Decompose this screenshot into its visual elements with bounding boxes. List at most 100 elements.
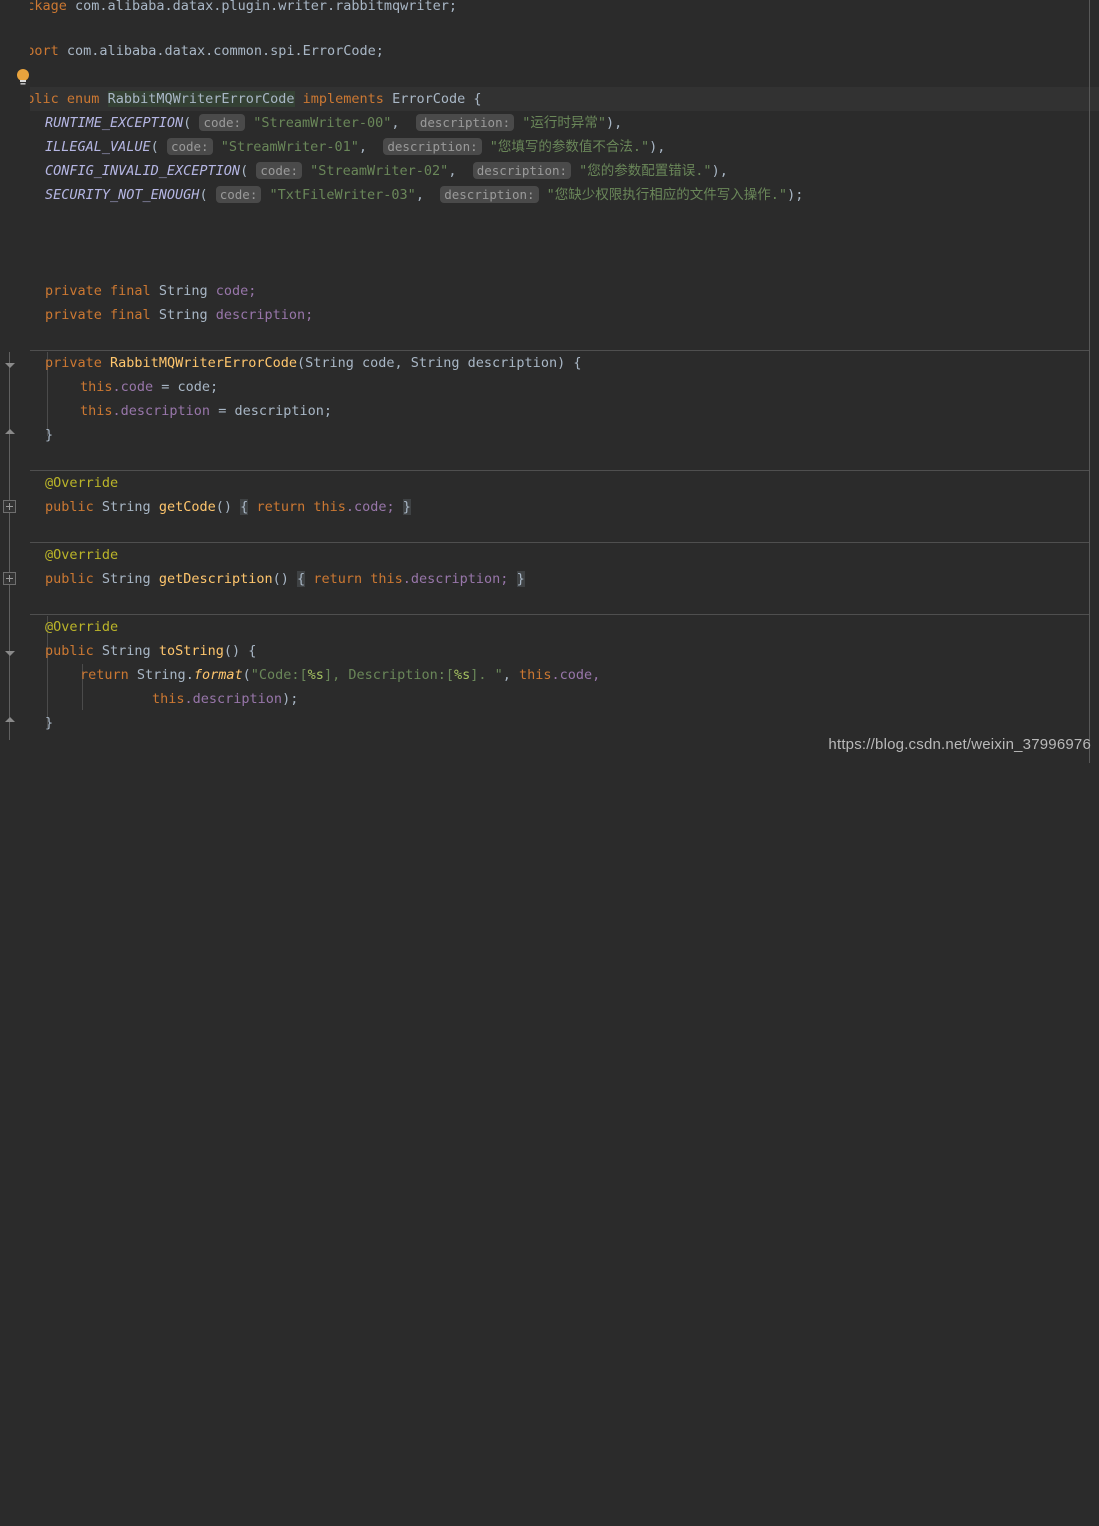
code-line-enum-constant[interactable]: ILLEGAL_VALUE( code: "StreamWriter-01", … xyxy=(0,135,1099,159)
field-modifiers: private final xyxy=(45,307,151,323)
code-line-enum-constant[interactable]: CONFIG_INVALID_EXCEPTION( code: "StreamW… xyxy=(0,159,1099,183)
format-method-name: format xyxy=(193,667,243,683)
field-type: String xyxy=(158,307,208,323)
fold-marker-getcode[interactable] xyxy=(3,500,16,513)
code-line-enum-constant[interactable]: RUNTIME_EXCEPTION( code: "StreamWriter-0… xyxy=(0,111,1099,135)
method-return-type: String xyxy=(101,571,151,587)
code-line-constructor-close[interactable]: } xyxy=(0,423,1099,447)
assignment-expression: = code; xyxy=(153,379,219,395)
code-surface[interactable]: package com.alibaba.datax.plugin.writer.… xyxy=(0,0,1099,763)
enum-constant-code: "StreamWriter-02" xyxy=(310,163,449,179)
fold-rail xyxy=(9,352,10,740)
code-line-getdescription[interactable]: public String getDescription() { return … xyxy=(0,567,1099,591)
field-name: code; xyxy=(215,283,257,299)
code-line-constructor-assign-code[interactable]: this.code = code; xyxy=(0,375,1099,399)
argument-field: .description xyxy=(184,691,283,707)
override-annotation: @Override xyxy=(45,547,119,563)
code-line-annotation-override[interactable]: @Override xyxy=(0,543,1099,567)
code-line-import[interactable]: import com.alibaba.datax.common.spi.Erro… xyxy=(0,39,1099,63)
code-line-field-description[interactable]: private final String description; xyxy=(0,303,1099,327)
constructor-params: (String code, String description) { xyxy=(296,355,582,371)
field-type: String xyxy=(158,283,208,299)
enum-constant-code: "StreamWriter-00" xyxy=(253,115,392,131)
member-dot: . xyxy=(185,667,194,683)
enum-constant-terminator: ), xyxy=(711,163,728,179)
assigned-field: .description xyxy=(112,403,211,419)
code-editor[interactable]: package com.alibaba.datax.plugin.writer.… xyxy=(0,0,1099,763)
editor-right-margin xyxy=(1089,0,1090,763)
code-line-annotation-override[interactable]: @Override xyxy=(0,471,1099,495)
method-signature-tail: () { xyxy=(223,643,257,659)
watermark-url: https://blog.csdn.net/weixin_37996976 xyxy=(828,736,1091,753)
fold-arrow-tostring-start[interactable] xyxy=(3,644,16,657)
editor-gutter[interactable] xyxy=(0,0,30,763)
format-string-part: "Code:[ xyxy=(250,667,308,683)
method-name: getCode xyxy=(158,499,216,515)
import-name: com.alibaba.datax.common.spi.ErrorCode; xyxy=(66,43,384,59)
field-name: description; xyxy=(215,307,314,323)
enum-constant-name: CONFIG_INVALID_EXCEPTION xyxy=(45,163,241,179)
code-line-package[interactable]: package com.alibaba.datax.plugin.writer.… xyxy=(0,0,1099,18)
param-hint-code: code: xyxy=(256,162,302,179)
method-modifier: public xyxy=(45,571,94,587)
method-return-type: String xyxy=(101,499,151,515)
code-line-annotation-override[interactable]: @Override xyxy=(0,615,1099,639)
code-line-tostring-return-continuation[interactable]: this.description); xyxy=(0,687,1099,711)
field-modifiers: private final xyxy=(45,283,151,299)
param-hint-description: description: xyxy=(440,186,539,203)
code-line-constructor-assign-description[interactable]: this.description = description; xyxy=(0,399,1099,423)
assignment-expression: = description; xyxy=(210,403,332,419)
returned-field: .code; xyxy=(345,499,395,515)
param-hint-code: code: xyxy=(199,114,246,131)
format-string-part: ], Description:[ xyxy=(323,667,454,683)
code-line-tostring-signature[interactable]: public String toString() { xyxy=(0,639,1099,663)
method-modifier: public xyxy=(45,499,94,515)
return-keyword: return xyxy=(313,571,363,587)
this-keyword: this xyxy=(80,403,113,419)
implements-keyword: implements xyxy=(302,91,384,107)
enum-constant-code: "StreamWriter-01" xyxy=(220,139,359,155)
code-line-class-declaration[interactable]: public enum RabbitMQWriterErrorCode impl… xyxy=(0,87,1099,111)
format-string-part: ]. " xyxy=(470,667,503,683)
override-annotation: @Override xyxy=(45,619,119,635)
code-line-enum-constant[interactable]: SECURITY_NOT_ENOUGH( code: "TxtFileWrite… xyxy=(0,183,1099,207)
open-paren: ( xyxy=(242,667,251,683)
code-line-tostring-return[interactable]: return String.format("Code:[%s], Descrip… xyxy=(0,663,1099,687)
this-keyword: this xyxy=(80,379,113,395)
lightbulb-icon[interactable] xyxy=(16,68,30,86)
folded-close-brace[interactable]: } xyxy=(516,571,525,587)
enum-constant-description: "您填写的参数值不合法." xyxy=(489,139,650,155)
assigned-field: .code xyxy=(112,379,154,395)
package-name: com.alibaba.datax.plugin.writer.rabbitmq… xyxy=(75,0,458,14)
fold-arrow-constructor-start[interactable] xyxy=(3,356,16,369)
param-hint-code: code: xyxy=(215,186,262,203)
return-keyword: return xyxy=(256,499,306,515)
method-name: getDescription xyxy=(158,571,273,587)
method-parens: () xyxy=(272,571,289,587)
this-keyword: this xyxy=(519,667,552,683)
enum-type-name: RabbitMQWriterErrorCode xyxy=(107,91,295,107)
enum-constant-terminator: ), xyxy=(606,115,623,131)
fold-arrow-tostring-end[interactable] xyxy=(3,716,16,729)
class-kind-keyword: enum xyxy=(66,91,100,107)
enum-constant-description: "运行时异常" xyxy=(522,115,607,131)
constructor-name: RabbitMQWriterErrorCode xyxy=(110,355,297,371)
constructor-close-brace: } xyxy=(45,427,54,443)
param-hint-description: description: xyxy=(472,162,572,179)
this-keyword: this xyxy=(313,499,346,515)
fold-arrow-constructor-end[interactable] xyxy=(3,428,16,441)
folded-close-brace[interactable]: } xyxy=(402,499,411,515)
code-line-getcode[interactable]: public String getCode() { return this.co… xyxy=(0,495,1099,519)
param-hint-description: description: xyxy=(415,114,515,131)
return-keyword: return xyxy=(80,667,129,683)
format-specifier: %s xyxy=(453,667,471,683)
param-hint-code: code: xyxy=(166,138,213,155)
enum-constant-code: "TxtFileWriter-03" xyxy=(269,187,416,203)
fold-marker-getdescription[interactable] xyxy=(3,572,16,585)
folded-open-brace[interactable]: { xyxy=(297,571,306,587)
code-line-tostring-close[interactable]: } xyxy=(0,711,1099,735)
this-keyword: this xyxy=(152,691,185,707)
code-line-constructor-signature[interactable]: private RabbitMQWriterErrorCode(String c… xyxy=(0,351,1099,375)
class-open-brace: { xyxy=(473,91,482,107)
code-line-field-code[interactable]: private final String code; xyxy=(0,279,1099,303)
